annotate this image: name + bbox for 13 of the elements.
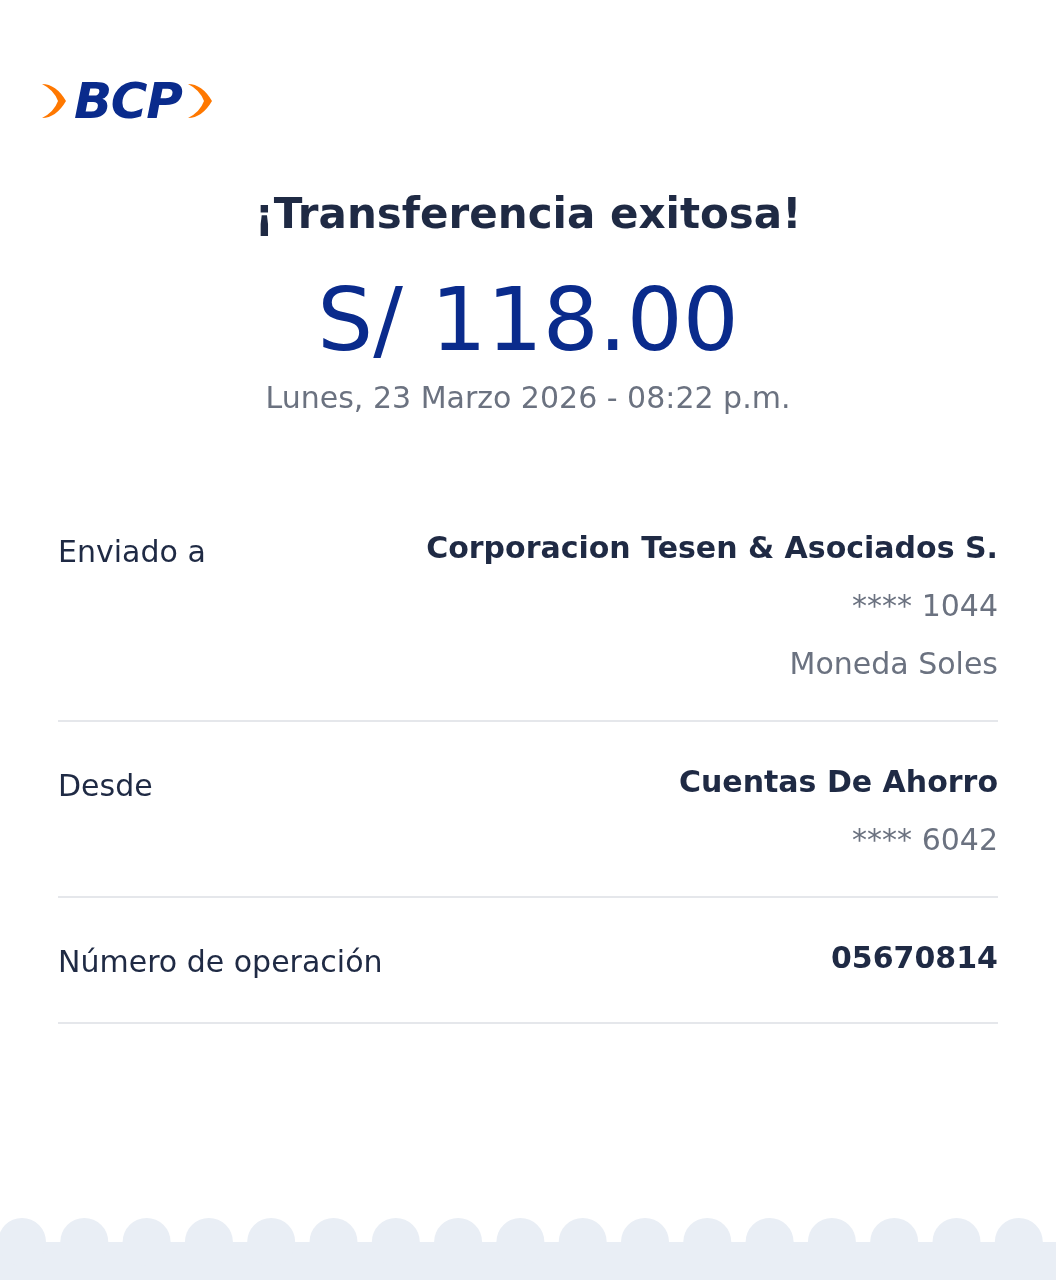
detail-subvalue: **** 1044 <box>852 587 998 625</box>
amount-text: S/ 118.00 <box>317 270 739 370</box>
logo-text: BCP <box>74 76 182 126</box>
detail-subvalue: **** 6042 <box>852 821 998 859</box>
success-title: ¡Transferencia exitosa! <box>254 188 802 240</box>
detail-value: Corporacion Tesen & Asociados S. <box>426 529 998 567</box>
detail-label: Enviado a <box>58 533 206 571</box>
detail-value: Cuentas De Ahorro <box>678 763 998 801</box>
datetime-text: Lunes, 23 Marzo 2026 - 08:22 p.m. <box>265 379 791 417</box>
detail-label: Número de operación <box>58 943 383 981</box>
detail-label: Desde <box>58 767 153 805</box>
detail-subvalue: Moneda Soles <box>789 645 998 683</box>
detail-value: 05670814 <box>831 939 998 977</box>
